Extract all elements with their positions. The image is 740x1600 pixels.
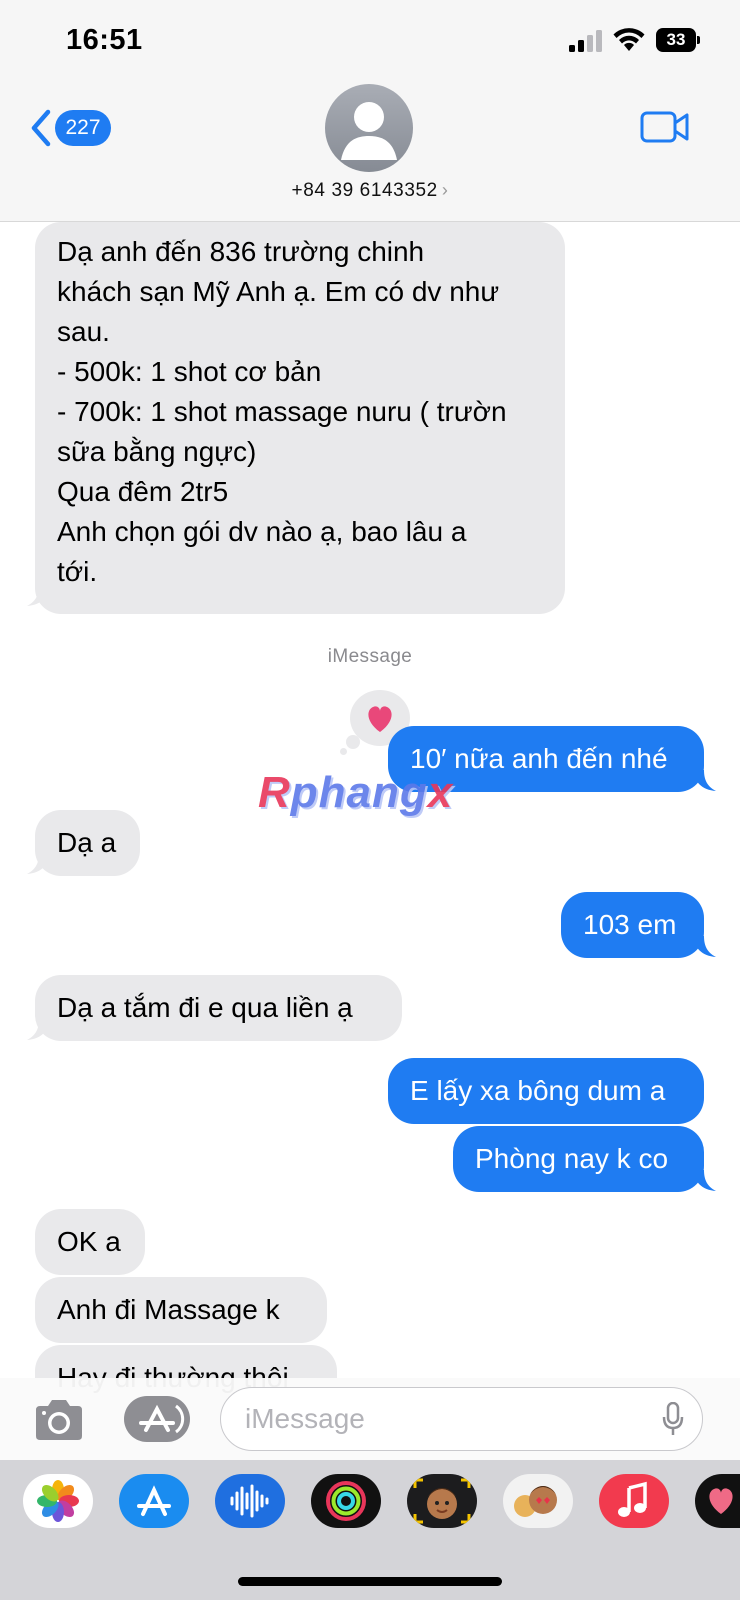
app-drawer [0,1460,740,1600]
contact-avatar[interactable] [325,84,413,172]
battery-level: 33 [656,28,696,52]
music-app-icon[interactable] [599,1474,669,1528]
conversation-header: 16:51 33 227 +84 39 6143352 › [0,0,740,222]
message-input[interactable] [243,1388,647,1450]
activity-app-icon[interactable] [311,1474,381,1528]
compose-bar [0,1378,740,1460]
incoming-message[interactable]: Dạ a [35,810,140,876]
chevron-right-icon: › [441,180,449,200]
outgoing-message[interactable]: Phòng nay k co [453,1126,704,1192]
camera-icon[interactable] [32,1398,86,1442]
app-store-icon [139,1404,185,1434]
battery-icon: 33 [656,28,700,52]
video-call-icon[interactable] [640,110,690,144]
home-indicator [238,1577,502,1586]
heart-stickers-icon[interactable] [695,1474,740,1528]
app-store-app-icon[interactable] [119,1474,189,1528]
audio-message-icon[interactable] [215,1474,285,1528]
incoming-message[interactable]: OK a [35,1209,145,1275]
outgoing-message[interactable]: E lấy xa bông dum a [388,1058,704,1124]
incoming-message[interactable]: Anh đi Massage k [35,1277,327,1343]
memoji-stickers-icon[interactable] [503,1474,573,1528]
app-store-button[interactable] [124,1396,190,1442]
memoji-app-icon[interactable] [407,1474,477,1528]
incoming-message[interactable]: Dạ a tắm đi e qua liền ạ [35,975,402,1041]
wifi-icon [613,28,645,51]
cellular-signal-icon [569,30,602,52]
person-icon [341,102,397,160]
microphone-icon[interactable] [662,1402,684,1436]
incoming-message[interactable]: Dạ anh đến 836 trường chinh khách sạn Mỹ… [35,222,565,614]
photos-app-icon[interactable] [23,1474,93,1528]
service-label: iMessage [327,646,413,667]
outgoing-message[interactable]: 103 em [561,892,704,958]
watermark-logo: Rphangx [258,768,454,817]
back-chevron-icon[interactable] [28,108,54,148]
contact-number[interactable]: +84 39 6143352 › [0,180,740,202]
message-input-field[interactable] [220,1387,703,1451]
unread-count-badge[interactable]: 227 [55,110,111,146]
status-time: 16:51 [66,24,143,56]
